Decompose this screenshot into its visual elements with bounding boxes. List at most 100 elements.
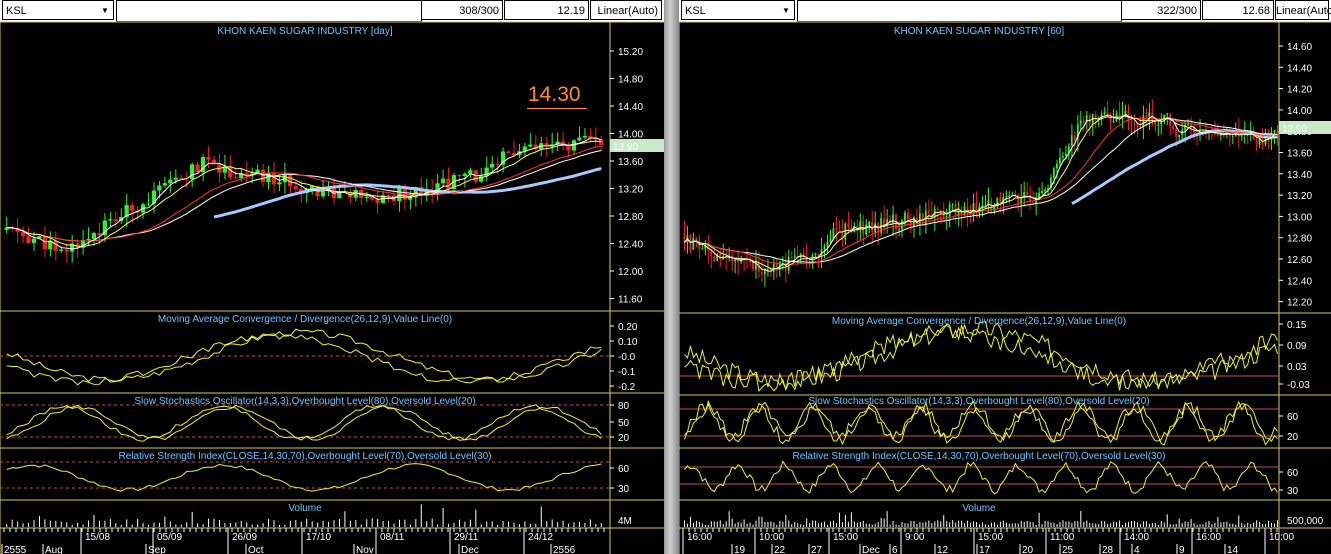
candle-body [904, 212, 906, 221]
candle-body [793, 255, 796, 258]
candle-body [766, 268, 769, 270]
price-tick-label: 14.40 [618, 102, 643, 113]
price-tick-label: 13.40 [1287, 170, 1312, 181]
macd-tick-label: -0.1 [618, 367, 636, 378]
stoch-tick-label: 50 [618, 418, 630, 429]
macd-tick-label: -0.2 [618, 382, 636, 393]
candle-body [787, 256, 790, 271]
date-bottom-label: 19 [734, 545, 746, 554]
price-tick-label: 11.60 [618, 295, 643, 306]
stoch-title: Slow Stochastics Oscillator(14,3,3),Over… [134, 396, 476, 407]
candle-body [1044, 190, 1046, 192]
date-bottom-label: Dec [461, 545, 479, 554]
candle-body [146, 203, 151, 205]
date-bottom-label: 12 [937, 545, 949, 554]
candle-body [113, 219, 118, 221]
date-bottom-label: 20 [1022, 545, 1034, 554]
price-tick-label: 12.80 [618, 212, 643, 223]
candle-body [1172, 126, 1174, 129]
date-bottom-label: Aug [45, 545, 63, 554]
candle-body [1216, 133, 1219, 136]
stoch-tick-label: 80 [618, 401, 630, 412]
rsi-line [684, 460, 1278, 495]
date-top-label: 16:00 [687, 532, 712, 543]
candle-body [233, 177, 238, 179]
candle-body [1070, 135, 1073, 146]
candle-body [1190, 124, 1192, 126]
candle-body [1124, 110, 1127, 115]
price-tick-label: 12.20 [1287, 298, 1312, 309]
candle-body [1130, 121, 1133, 123]
chart-title: KHON KAEN SUGAR INDUSTRY [60] [893, 26, 1065, 37]
candle-body [1145, 115, 1148, 118]
candle-body [936, 208, 939, 210]
macd-tick-label: -0.0 [618, 352, 636, 363]
candle-body [195, 164, 200, 173]
date-bottom-label: 6 [892, 545, 898, 554]
date-bottom-label: 22 [774, 545, 786, 554]
candle-body [981, 205, 984, 207]
macd-title: Moving Average Convergence / Divergence(… [157, 314, 453, 325]
rsi-tick-label: 30 [1287, 486, 1299, 497]
candle-body [1005, 196, 1008, 198]
date-bottom-label: 4 [1134, 545, 1140, 554]
volume-tick-label: 4M [618, 516, 632, 527]
date-top-label: 26/09 [232, 532, 257, 543]
price-tick-label: 14.00 [1287, 106, 1312, 117]
date-top-label: 10:00 [1269, 532, 1294, 543]
candle-body [838, 229, 841, 231]
date-top-label: 24/12 [528, 532, 553, 543]
date-bottom-label: 2556 [553, 545, 576, 554]
stoch-k-line [684, 399, 1278, 446]
date-bottom-label: Sep [148, 545, 166, 554]
price-tick-label: 15.20 [618, 47, 643, 58]
candle-body [772, 263, 775, 273]
price-tick-label: 14.40 [1287, 63, 1312, 74]
price-tick-label: 14.60 [1287, 42, 1312, 53]
candle-body [731, 256, 733, 262]
candle-body [1231, 135, 1234, 137]
date-bottom-label: 27 [811, 545, 823, 554]
candle-body [386, 195, 391, 197]
rsi-tick-label: 60 [618, 464, 630, 475]
date-top-label: 05/09 [157, 532, 182, 543]
price-tick-label: 13.20 [1287, 191, 1312, 202]
candle-body [20, 231, 26, 237]
splitter-bar[interactable] [664, 0, 679, 554]
date-top-label: 15/08 [85, 532, 110, 543]
candle-body [1273, 130, 1276, 133]
candle-body [277, 182, 282, 185]
hourly-chart-canvas[interactable]: 14.6014.4014.2014.0013.8013.6013.4013.20… [679, 0, 1331, 554]
long-ma-line [6, 150, 602, 242]
candle-body [1079, 120, 1082, 125]
candle-body [157, 185, 162, 191]
candle-body [489, 163, 495, 168]
candle-body [1178, 135, 1180, 137]
price-tick-label: 12.60 [1287, 255, 1312, 266]
stoch-k-line [6, 404, 602, 441]
candle-body [446, 178, 451, 190]
candle-body [948, 204, 951, 217]
date-bottom-label: Nov [356, 545, 374, 554]
candle-body [293, 186, 298, 189]
stoch-title: Slow Stochastics Oscillator(14,3,3),Over… [808, 396, 1150, 407]
candle-body [701, 248, 704, 250]
candle-body [865, 224, 868, 235]
high-annotation: 14.30 [528, 83, 581, 106]
candle-body [692, 238, 695, 250]
candle-body [599, 139, 604, 146]
date-bottom-label: 25 [1062, 545, 1074, 554]
candle-body [1073, 135, 1076, 140]
candle-body [790, 256, 793, 258]
volume-tick-label: 500,000 [1287, 516, 1324, 527]
date-bottom-label: 14 [1227, 545, 1239, 554]
candle-body [91, 233, 97, 239]
candle-body [1064, 153, 1067, 157]
candle-body [1255, 139, 1258, 145]
candle-body [129, 205, 135, 211]
candle-body [42, 236, 47, 250]
price-tick-label: 12.40 [1287, 276, 1312, 287]
candle-body [898, 229, 900, 231]
candle-body [440, 178, 446, 184]
candle-body [260, 169, 266, 183]
